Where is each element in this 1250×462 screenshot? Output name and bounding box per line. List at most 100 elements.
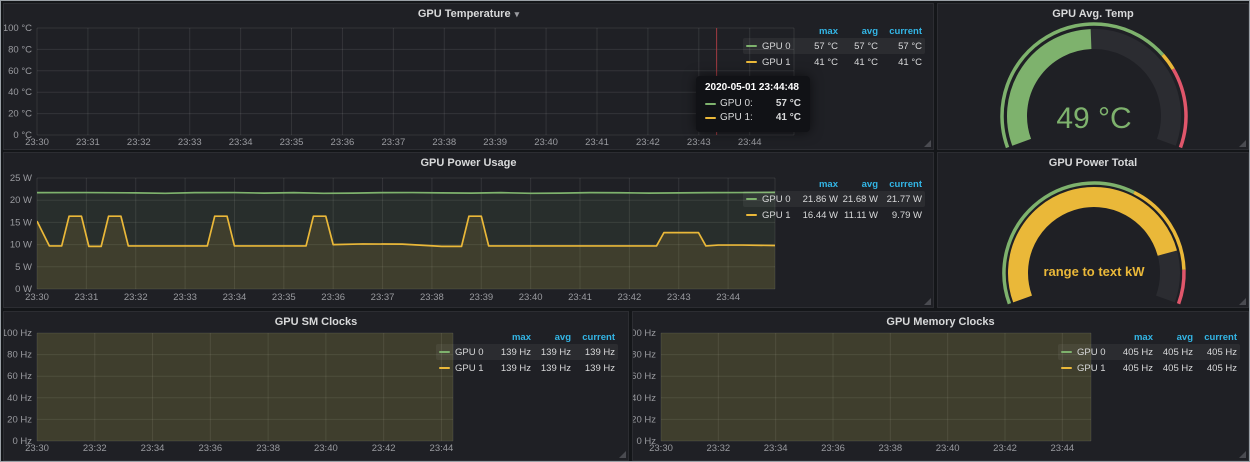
panel-title-gpu-temperature[interactable]: GPU Temperature ▾	[4, 7, 933, 21]
series-color-dash	[439, 351, 450, 353]
svg-text:20 °C: 20 °C	[8, 109, 32, 120]
svg-text:10 W: 10 W	[10, 240, 32, 251]
legend-header-max[interactable]: max	[1111, 332, 1153, 343]
svg-text:60 Hz: 60 Hz	[7, 371, 32, 382]
legend-series-name: GPU 1	[762, 57, 791, 68]
tooltip-series-value: 41 °C	[766, 111, 801, 125]
tooltip-series-name: GPU 0:	[720, 97, 753, 111]
svg-text:23:38: 23:38	[878, 443, 902, 454]
panel-title-text: GPU SM Clocks	[275, 316, 358, 328]
legend-series-toggle[interactable]: GPU 1	[746, 57, 796, 68]
legend-series-row: GPU 0139 Hz139 Hz139 Hz	[436, 344, 618, 360]
legend-series-value: 41 °C	[838, 57, 878, 68]
svg-text:20 Hz: 20 Hz	[633, 414, 656, 425]
svg-text:23:40: 23:40	[519, 292, 543, 303]
svg-text:23:44: 23:44	[738, 137, 762, 148]
legend-series-toggle[interactable]: GPU 0	[746, 194, 796, 205]
panel-title-gpu-sm-clocks[interactable]: GPU SM Clocks	[4, 315, 628, 329]
legend-header-current[interactable]: current	[1193, 332, 1237, 343]
legend-header-current[interactable]: current	[878, 26, 922, 37]
legend-series-toggle[interactable]: GPU 0	[439, 347, 489, 358]
legend-series-toggle[interactable]: GPU 1	[1061, 363, 1111, 374]
tooltip-row: GPU 1: 41 °C	[705, 111, 801, 125]
legend-series-toggle[interactable]: GPU 0	[746, 41, 796, 52]
svg-text:23:33: 23:33	[173, 292, 197, 303]
legend-header-current[interactable]: current	[878, 179, 922, 190]
resize-handle[interactable]	[1239, 140, 1246, 147]
svg-text:23:32: 23:32	[83, 443, 107, 454]
legend-header-avg[interactable]: avg	[1153, 332, 1193, 343]
legend-series-row: GPU 116.44 W11.11 W9.79 W	[743, 207, 925, 223]
legend-series-name: GPU 1	[1077, 363, 1106, 374]
tooltip-timestamp: 2020-05-01 23:44:48	[705, 82, 801, 93]
panel-gpu-memory-clocks: GPU Memory Clocks 0 Hz20 Hz40 Hz60 Hz80 …	[632, 311, 1249, 461]
legend-series-value: 139 Hz	[571, 363, 615, 374]
panel-title-gpu-power-total[interactable]: GPU Power Total	[938, 156, 1248, 170]
legend-series-value: 57 °C	[878, 41, 922, 52]
legend-series-value: 41 °C	[796, 57, 838, 68]
legend-header-avg[interactable]: avg	[838, 26, 878, 37]
legend-header-max[interactable]: max	[489, 332, 531, 343]
svg-text:23:32: 23:32	[124, 292, 148, 303]
svg-text:23:35: 23:35	[272, 292, 296, 303]
svg-text:100 Hz: 100 Hz	[4, 328, 32, 339]
panel-gpu-sm-clocks: GPU SM Clocks 0 Hz20 Hz40 Hz60 Hz80 Hz10…	[3, 311, 629, 461]
svg-text:23:37: 23:37	[381, 137, 405, 148]
chevron-down-icon: ▾	[515, 9, 520, 19]
legend-series-toggle[interactable]: GPU 0	[1061, 347, 1111, 358]
legend-series-value: 139 Hz	[531, 347, 571, 358]
svg-text:23:44: 23:44	[1050, 443, 1074, 454]
legend-series-name: GPU 0	[455, 347, 484, 358]
svg-text:23:31: 23:31	[74, 292, 98, 303]
legend-series-toggle[interactable]: GPU 1	[746, 210, 796, 221]
panel-title-gpu-avg-temp[interactable]: GPU Avg. Temp	[938, 7, 1248, 21]
svg-text:20 W: 20 W	[10, 195, 32, 206]
legend-series-value: 16.44 W	[796, 210, 838, 221]
panel-title-text: GPU Temperature	[418, 8, 511, 20]
svg-text:60 Hz: 60 Hz	[633, 371, 656, 382]
series-color-dash	[439, 367, 450, 369]
series-color-dash	[1061, 351, 1072, 353]
panel-gpu-power-total: GPU Power Total range to text kW	[937, 152, 1249, 308]
legend-header-max[interactable]: max	[796, 179, 838, 190]
tooltip-series-value: 57 °C	[766, 97, 801, 111]
svg-text:23:30: 23:30	[25, 292, 49, 303]
legend-series-value: 9.79 W	[878, 210, 922, 221]
svg-text:60 °C: 60 °C	[8, 66, 32, 77]
svg-text:40 °C: 40 °C	[8, 87, 32, 98]
legend-series-value: 21.68 W	[838, 194, 878, 205]
svg-text:20 Hz: 20 Hz	[7, 414, 32, 425]
svg-text:23:43: 23:43	[687, 137, 711, 148]
legend-header-avg[interactable]: avg	[838, 179, 878, 190]
legend-series-value: 57 °C	[796, 41, 838, 52]
legend-header-current[interactable]: current	[571, 332, 615, 343]
legend-series-value: 139 Hz	[571, 347, 615, 358]
svg-text:40 Hz: 40 Hz	[633, 393, 656, 404]
resize-handle[interactable]	[924, 298, 931, 305]
svg-text:25 W: 25 W	[10, 173, 32, 184]
svg-text:23:30: 23:30	[25, 443, 49, 454]
svg-text:23:37: 23:37	[371, 292, 395, 303]
legend-header-avg[interactable]: avg	[531, 332, 571, 343]
svg-text:100 °C: 100 °C	[4, 23, 32, 34]
resize-handle[interactable]	[619, 451, 626, 458]
svg-text:80 °C: 80 °C	[8, 44, 32, 55]
legend-series-toggle[interactable]: GPU 1	[439, 363, 489, 374]
panel-title-gpu-power-usage[interactable]: GPU Power Usage	[4, 156, 933, 170]
series-color-dash	[746, 45, 757, 47]
grafana-dashboard: GPU Temperature▾ 0 °C20 °C40 °C60 °C80 °…	[0, 0, 1250, 462]
panel-gpu-power-usage: GPU Power Usage 0 W5 W10 W15 W20 W25 W23…	[3, 152, 934, 308]
legend-series-value: 405 Hz	[1193, 363, 1237, 374]
resize-handle[interactable]	[1239, 451, 1246, 458]
svg-text:23:34: 23:34	[229, 137, 253, 148]
svg-text:23:36: 23:36	[198, 443, 222, 454]
svg-text:23:32: 23:32	[127, 137, 151, 148]
svg-text:23:42: 23:42	[993, 443, 1017, 454]
panel-title-text: GPU Power Usage	[421, 157, 517, 169]
panel-title-gpu-memory-clocks[interactable]: GPU Memory Clocks	[633, 315, 1248, 329]
legend-header-max[interactable]: max	[796, 26, 838, 37]
resize-handle[interactable]	[924, 140, 931, 147]
resize-handle[interactable]	[1239, 298, 1246, 305]
svg-text:23:44: 23:44	[430, 443, 454, 454]
svg-text:23:41: 23:41	[585, 137, 609, 148]
